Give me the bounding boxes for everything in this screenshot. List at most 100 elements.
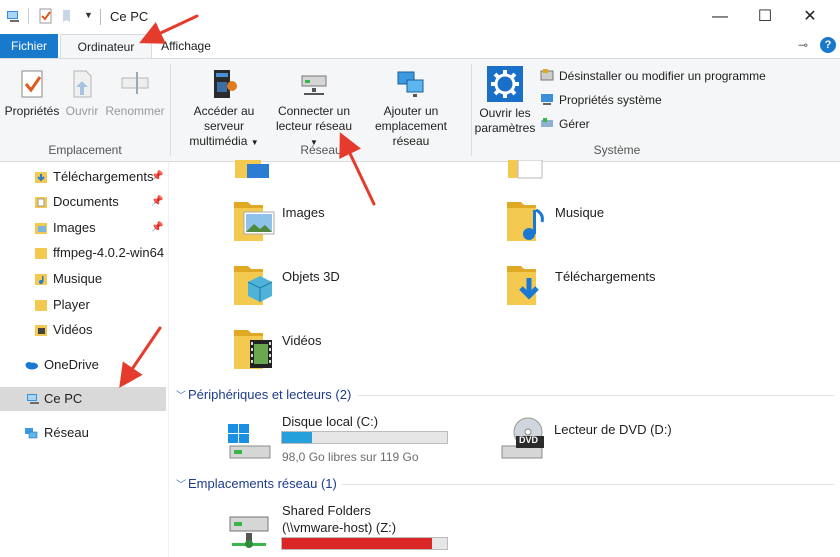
nav-item-this-pc[interactable]: Ce PC (0, 387, 166, 411)
manage-icon (541, 118, 553, 127)
uninstall-program-command[interactable]: Désinstaller ou modifier un programme (540, 67, 766, 85)
3d-objects-folder-icon (234, 266, 273, 305)
manage-command[interactable]: Gérer (540, 115, 590, 133)
tab-computer[interactable]: Ordinateur (60, 34, 152, 59)
open-label: Ouvrir (65, 104, 99, 118)
properties-check-icon (21, 70, 43, 98)
programs-icon (540, 69, 554, 81)
system-properties-label: Propriétés système (559, 93, 662, 107)
properties-button[interactable]: Propriétés (2, 68, 62, 119)
nav-item-network[interactable]: Réseau (0, 421, 166, 445)
title-separator (100, 9, 101, 25)
computer-icon (27, 394, 39, 404)
open-arrow-icon (73, 70, 92, 98)
folder-label: Objets 3D (282, 269, 340, 284)
nav-label: Documents (53, 194, 119, 209)
open-settings-button[interactable]: Ouvrir les paramètres (474, 66, 536, 136)
minimize-button[interactable]: — (705, 4, 735, 30)
system-properties-icon (541, 94, 553, 105)
drive-usage-fill (282, 538, 433, 549)
drive-local-disk[interactable]: Disque local (C:) 98,0 Go libres sur 119… (226, 412, 476, 468)
videos-folder-icon (35, 325, 47, 336)
nav-label: Réseau (44, 425, 89, 440)
onedrive-cloud-icon (25, 362, 38, 370)
add-network-location-button[interactable]: Ajouter un emplacement réseau (357, 68, 465, 149)
computer-icon (7, 11, 19, 22)
folder-icon (35, 300, 47, 311)
group-divider (358, 395, 834, 396)
new-folder-icon[interactable] (60, 8, 76, 24)
maximize-button[interactable]: ☐ (750, 4, 780, 30)
nav-item-documents[interactable]: Documents 📌 (0, 190, 166, 214)
map-network-drive-button[interactable]: Connecter un lecteur réseau ▼ (272, 68, 356, 150)
qa-customize-dropdown[interactable]: ▼ (84, 10, 93, 20)
music-folder-icon (35, 274, 47, 285)
documents-folder-icon (35, 197, 47, 208)
images-folder-icon (35, 223, 47, 234)
nav-item-images[interactable]: Images 📌 (0, 216, 166, 240)
drive-dvd[interactable]: DVD Lecteur de DVD (D:) (498, 412, 698, 468)
system-properties-command[interactable]: Propriétés système (540, 91, 662, 109)
nav-item-ffmpeg[interactable]: ffmpeg-4.0.2-win64 (0, 241, 166, 265)
nav-item-videos[interactable]: Vidéos (0, 318, 166, 342)
folder-label: Musique (555, 205, 605, 220)
folder-label: Vidéos (282, 333, 322, 348)
chevron-down-icon: ﹀ (176, 480, 186, 491)
folder-3d-objects[interactable]: Objets 3D (232, 262, 340, 311)
folder-icon-partial (235, 160, 269, 178)
nav-label: Images (53, 220, 96, 235)
add-location-label-1: Ajouter un (383, 104, 439, 118)
map-drive-label-1: Connecter un (277, 104, 351, 118)
manage-label: Gérer (559, 117, 590, 131)
tab-file[interactable]: Fichier (0, 34, 58, 58)
folder-icon (35, 248, 47, 259)
properties-check-icon[interactable] (38, 8, 54, 24)
media-server-button[interactable]: Accéder au serveur multimédia ▼ (174, 68, 274, 150)
folder-videos[interactable]: Vidéos (232, 326, 322, 375)
group-label-network: Réseau (300, 143, 342, 157)
pin-icon: 📌 (151, 222, 164, 233)
drive-name: Shared Folders (282, 503, 371, 518)
folder-images[interactable]: Images (232, 198, 325, 247)
group-header-label: Périphériques et lecteurs (2) (188, 387, 352, 402)
folder-label: Téléchargements (555, 269, 656, 284)
open-settings-label-2: paramètres (474, 121, 536, 135)
network-locations-group-header[interactable]: ﹀ Emplacements réseau (1) (176, 476, 337, 491)
nav-label: Téléchargements (53, 169, 154, 184)
network-drive-shared-folders[interactable]: Shared Folders (\\vmware-host) (Z:) (226, 501, 476, 557)
tab-view[interactable]: Affichage (156, 34, 216, 58)
help-button[interactable]: ? (820, 37, 836, 53)
drive-usage-fill (282, 432, 312, 443)
close-button[interactable]: ✕ (795, 4, 825, 30)
nav-item-player[interactable]: Player (0, 293, 166, 317)
rename-icon (121, 72, 149, 94)
nav-separator (168, 162, 169, 557)
folder-label: Images (282, 205, 325, 220)
nav-label: OneDrive (44, 357, 99, 372)
drive-free-space: 98,0 Go libres sur 119 Go (282, 450, 419, 464)
devices-group-header[interactable]: ﹀ Périphériques et lecteurs (2) (176, 387, 351, 402)
nav-item-onedrive[interactable]: OneDrive (0, 353, 166, 377)
nav-item-downloads[interactable]: Téléchargements 📌 (0, 165, 166, 189)
chevron-down-icon: ﹀ (176, 391, 186, 402)
group-label-system: Système (593, 143, 641, 157)
dvd-badge: DVD (519, 435, 539, 445)
rename-label: Renommer (105, 104, 165, 118)
drive-usage-bar (281, 431, 448, 444)
rename-button[interactable]: Renommer (104, 68, 166, 119)
folder-downloads[interactable]: Téléchargements (505, 262, 655, 311)
downloads-folder-icon (35, 172, 47, 183)
drive-path: (\\vmware-host) (Z:) (282, 520, 397, 535)
open-button[interactable]: Ouvrir (64, 68, 100, 119)
settings-gear-icon (487, 66, 523, 102)
nav-label: Musique (53, 271, 103, 286)
network-drive-icon (301, 75, 327, 95)
nav-item-music[interactable]: Musique (0, 267, 166, 291)
media-server-label-1: Accéder au serveur (193, 104, 255, 133)
videos-folder-icon (234, 330, 272, 369)
folder-music[interactable]: Musique (505, 198, 604, 247)
network-location-icon (397, 71, 424, 97)
pin-ribbon-icon[interactable]: ⊸ (798, 38, 808, 52)
properties-label: Propriétés (4, 104, 60, 118)
nav-label: Ce PC (44, 391, 83, 406)
